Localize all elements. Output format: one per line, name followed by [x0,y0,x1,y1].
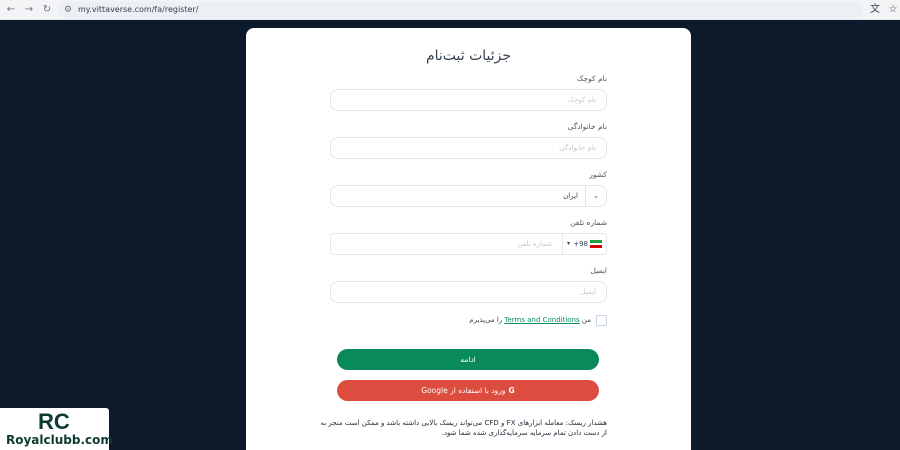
terms-checkbox[interactable] [596,315,607,326]
risk-warning: هشدار ریسک: معامله ابزارهای FX و CFD می‌… [320,419,607,437]
select-divider [585,186,586,206]
terms-suffix: را می‌پذیرم [469,316,503,324]
phone-field: +98 ▾ [330,233,607,255]
site-info-icon[interactable]: ⚙ [64,4,72,16]
google-login-label: ورود با استفاده از Google [421,386,506,395]
terms-text: من Terms and Conditions را می‌پذیرم [469,316,591,324]
chevron-down-icon[interactable]: ⌄ [591,191,601,201]
country-value: ایران [563,192,578,200]
translate-icon[interactable]: 文 [868,3,882,17]
phone-input[interactable] [331,234,562,254]
first-name-label: نام کوچک [576,74,607,83]
url-text[interactable]: my.vittaverse.com/fa/register/ [78,4,198,16]
royalclubb-logo: RC Royalclubb.com [0,408,113,450]
registration-card: جزئیات ثبت‌نام نام کوچک نام خانوادگی کشو… [246,28,691,450]
terms-link[interactable]: Terms and Conditions [504,316,579,324]
google-login-button[interactable]: Gورود با استفاده از Google [337,380,599,401]
dial-code: +98 [573,240,588,248]
back-icon[interactable]: ← [4,3,18,17]
continue-button[interactable]: ادامه [337,349,599,370]
last-name-input[interactable] [330,137,607,159]
iran-flag-icon [590,240,602,248]
google-icon: G [508,386,515,395]
logo-text: Royalclubb.com [6,433,113,447]
browser-toolbar: ← → ↻ ⚙ my.vittaverse.com/fa/register/ 文… [0,0,900,20]
bookmark-star-icon[interactable]: ☆ [886,3,900,17]
phone-label: شماره تلفن [570,218,607,227]
last-name-label: نام خانوادگی [567,122,607,131]
email-input[interactable] [330,281,607,303]
terms-prefix: من [581,316,591,324]
address-bar[interactable]: ⚙ my.vittaverse.com/fa/register/ [58,2,863,18]
reload-icon[interactable]: ↻ [40,3,54,17]
page-title: جزئیات ثبت‌نام [425,48,512,64]
country-code-selector[interactable]: +98 ▾ [562,234,606,254]
email-label: ایمیل [590,266,607,275]
caret-down-icon: ▾ [566,240,570,247]
country-select[interactable]: ⌄ ایران [330,185,607,207]
country-label: کشور [589,170,607,179]
rc-logo-icon: RC [38,410,70,432]
forward-icon[interactable]: → [22,3,36,17]
first-name-input[interactable] [330,89,607,111]
logo-mark-text: RC [38,410,70,432]
